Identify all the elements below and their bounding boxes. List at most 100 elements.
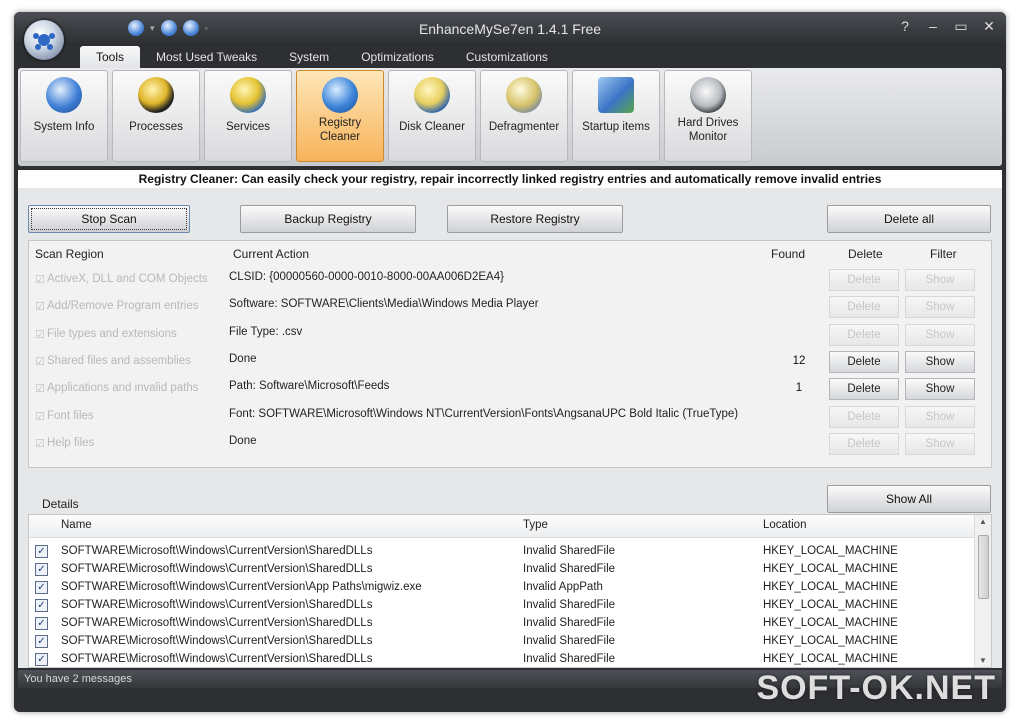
entry-name: SOFTWARE\Microsoft\Windows\CurrentVersio… (61, 581, 422, 593)
defragmenter-button[interactable]: Defragmenter (480, 70, 568, 162)
region-checkbox-icon: ☑ (35, 274, 45, 286)
tab-customizations[interactable]: Customizations (450, 46, 564, 68)
table-row[interactable]: ✓ SOFTWARE\Microsoft\Windows\CurrentVersi… (29, 561, 977, 579)
stop-scan-button[interactable]: Stop Scan (28, 205, 190, 233)
current-action-text: CLSID: {00000560-0000-0010-8000-00AA006D… (229, 271, 504, 283)
entry-type: Invalid SharedFile (523, 599, 616, 611)
row-checkbox[interactable]: ✓ (35, 545, 48, 558)
scan-region-name: Add/Remove Program entries (47, 300, 199, 313)
current-action-text: Done (229, 352, 257, 365)
backup-registry-button[interactable]: Backup Registry (240, 205, 416, 233)
row-checkbox[interactable]: ✓ (35, 653, 48, 666)
monitor-info-icon (46, 77, 82, 113)
close-button[interactable]: ✕ (982, 18, 996, 35)
hard-drives-monitor-label: Hard Drives Monitor (677, 117, 739, 143)
entry-name: SOFTWARE\Microsoft\Windows\CurrentVersio… (61, 653, 373, 665)
delete-all-button[interactable]: Delete all (827, 205, 991, 233)
entry-name: SOFTWARE\Microsoft\Windows\CurrentVersio… (61, 617, 373, 629)
scroll-up-icon[interactable]: ▲ (975, 517, 991, 526)
registry-cleaner-label: Registry Cleaner (318, 117, 362, 143)
delete-button: Delete (829, 405, 899, 428)
scan-region-name: Shared files and assemblies (47, 354, 191, 367)
delete-button[interactable]: Delete (829, 350, 899, 373)
scroll-down-icon[interactable]: ▼ (975, 656, 991, 665)
tab-most-used-tweaks[interactable]: Most Used Tweaks (140, 46, 273, 68)
entry-location: HKEY_LOCAL_MACHINE (763, 599, 898, 611)
row-checkbox[interactable]: ✓ (35, 599, 48, 612)
maximize-button[interactable]: ▭ (954, 18, 968, 35)
column-header-type[interactable]: Type (523, 519, 548, 531)
help-button[interactable]: ? (898, 18, 912, 35)
startup-items-button[interactable]: Startup items (572, 70, 660, 162)
startup-icon (598, 77, 634, 113)
table-row[interactable]: ✓ SOFTWARE\Microsoft\Windows\CurrentVersi… (29, 633, 977, 651)
show-button[interactable]: Show (905, 350, 975, 373)
system-info-button[interactable]: System Info (20, 70, 108, 162)
entry-type: Invalid SharedFile (523, 545, 616, 557)
current-action-text: Done (229, 434, 257, 447)
column-header-name[interactable]: Name (61, 519, 92, 531)
scan-region-name: ActiveX, DLL and COM Objects (47, 273, 208, 285)
ribbon-tabs: Tools Most Used Tweaks System Optimizati… (80, 46, 564, 68)
table-row[interactable]: ✓ SOFTWARE\Microsoft\Windows\CurrentVersi… (29, 651, 977, 667)
app-logo-icon (33, 33, 55, 50)
disk-cleaner-label: Disk Cleaner (399, 121, 465, 133)
column-header-location[interactable]: Location (763, 519, 806, 531)
column-header-found: Found (771, 247, 806, 261)
window-title: EnhanceMySe7en 1.4.1 Free (418, 21, 602, 37)
app-menu-orb[interactable] (24, 20, 64, 60)
show-all-button[interactable]: Show All (827, 485, 991, 513)
table-row[interactable]: ✓ SOFTWARE\Microsoft\Windows\CurrentVersi… (29, 615, 977, 633)
region-checkbox-icon: ☑ (35, 383, 45, 396)
service-gear-icon (230, 77, 266, 113)
services-button[interactable]: Services (204, 70, 292, 162)
show-button: Show (905, 269, 975, 291)
minimize-button[interactable]: – (926, 18, 940, 35)
region-checkbox-icon: ☑ (35, 410, 45, 423)
globe-cleaner-icon (322, 77, 358, 113)
entry-name: SOFTWARE\Microsoft\Windows\CurrentVersio… (61, 545, 373, 557)
hard-drives-monitor-button[interactable]: Hard Drives Monitor (664, 70, 752, 162)
scan-region-row: ☑ ActiveX, DLL and COM Objects CLSID: {000… (29, 267, 991, 294)
tab-system[interactable]: System (273, 46, 345, 68)
restore-registry-button[interactable]: Restore Registry (447, 205, 623, 233)
module-description: Registry Cleaner: Can easily check your … (18, 170, 1002, 188)
row-checkbox[interactable]: ✓ (35, 581, 48, 594)
column-header-scan-region: Scan Region (35, 247, 104, 261)
ribbon-toolbar: System Info Processes Services Registry C… (18, 68, 1002, 166)
current-action-text: Path: Software\Microsoft\Feeds (229, 380, 390, 393)
registry-cleaner-button[interactable]: Registry Cleaner (296, 70, 384, 162)
row-checkbox[interactable]: ✓ (35, 617, 48, 630)
details-scrollbar[interactable]: ▲ ▼ (974, 515, 991, 667)
row-checkbox[interactable]: ✓ (35, 563, 48, 576)
hard-drive-icon (690, 77, 726, 113)
row-checkbox[interactable]: ✓ (35, 635, 48, 648)
delete-button: Delete (829, 432, 899, 455)
entry-location: HKEY_LOCAL_MACHINE (763, 653, 898, 665)
table-row[interactable]: ✓ SOFTWARE\Microsoft\Windows\CurrentVersi… (29, 579, 977, 597)
table-row[interactable]: ✓ SOFTWARE\Microsoft\Windows\CurrentVersi… (29, 597, 977, 615)
show-button[interactable]: Show (905, 378, 975, 401)
column-header-filter: Filter (930, 247, 957, 261)
startup-items-label: Startup items (582, 121, 650, 133)
entry-location: HKEY_LOCAL_MACHINE (763, 545, 898, 557)
details-label: Details (42, 497, 79, 511)
processes-button[interactable]: Processes (112, 70, 200, 162)
show-button: Show (905, 432, 975, 455)
scrollbar-thumb[interactable] (978, 535, 989, 599)
delete-button[interactable]: Delete (829, 378, 899, 401)
scan-region-row: ☑ Applications and invalid paths Path: Sof… (29, 376, 991, 403)
tab-tools[interactable]: Tools (80, 46, 141, 68)
disk-cleaner-button[interactable]: Disk Cleaner (388, 70, 476, 162)
entry-name: SOFTWARE\Microsoft\Windows\CurrentVersio… (61, 599, 373, 611)
entry-location: HKEY_LOCAL_MACHINE (763, 563, 898, 575)
defragmenter-label: Defragmenter (488, 121, 560, 133)
tab-optimizations[interactable]: Optimizations (345, 46, 450, 68)
table-row[interactable]: ✓ SOFTWARE\Microsoft\Windows\CurrentVersi… (29, 543, 977, 561)
delete-button: Delete (829, 323, 899, 346)
details-table: Name Type Location ✓ SOFTWARE\Microsoft\W… (28, 514, 992, 668)
region-checkbox-icon: ☑ (35, 301, 45, 314)
watermark-logo: SOFT-OK.NET (756, 669, 996, 707)
scan-region-row: ☑ Font files Font: SOFTWARE\Microsoft\Wind… (29, 404, 991, 431)
entry-type: Invalid SharedFile (523, 617, 616, 629)
